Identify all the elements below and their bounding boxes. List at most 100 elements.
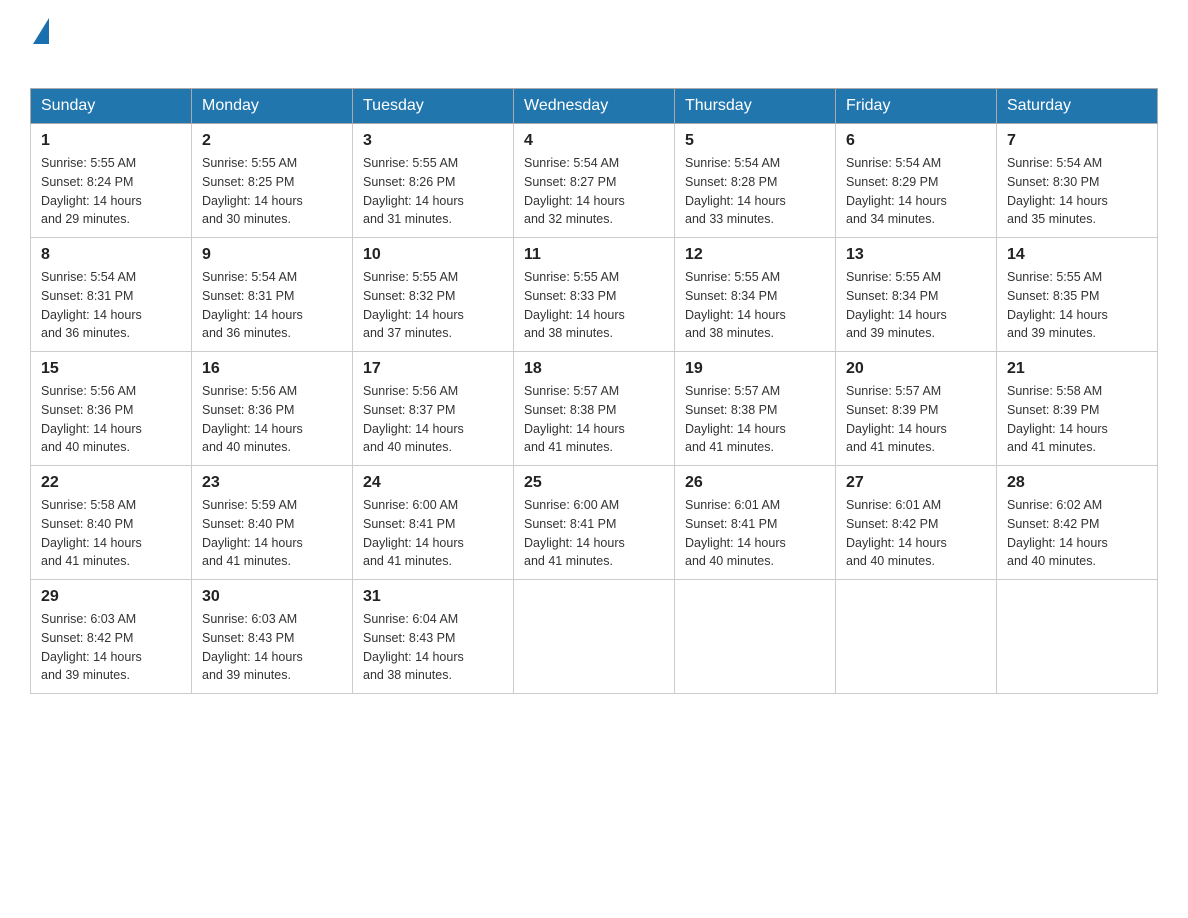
day-number: 7 (1007, 132, 1147, 150)
day-info: Sunrise: 5:54 AMSunset: 8:27 PMDaylight:… (524, 156, 625, 226)
day-number: 16 (202, 360, 342, 378)
calendar-day-cell: 20Sunrise: 5:57 AMSunset: 8:39 PMDayligh… (836, 352, 997, 466)
day-number: 10 (363, 246, 503, 264)
calendar-day-cell: 5 Sunrise: 5:54 AMSunset: 8:28 PMDaylight… (675, 124, 836, 238)
day-number: 26 (685, 474, 825, 492)
day-number: 31 (363, 588, 503, 606)
calendar-day-cell: 26 Sunrise: 6:01 AMSunset: 8:41 PMDayligh… (675, 466, 836, 580)
calendar-day-cell: 27 Sunrise: 6:01 AMSunset: 8:42 PMDayligh… (836, 466, 997, 580)
day-info: Sunrise: 6:00 AMSunset: 8:41 PMDaylight:… (524, 498, 625, 568)
day-number: 22 (41, 474, 181, 492)
calendar-day-cell: 2Sunrise: 5:55 AMSunset: 8:25 PMDaylight… (192, 124, 353, 238)
calendar-header-wednesday: Wednesday (514, 89, 675, 124)
calendar-day-cell: 11Sunrise: 5:55 AMSunset: 8:33 PMDayligh… (514, 238, 675, 352)
calendar-week-row: 29 Sunrise: 6:03 AMSunset: 8:42 PMDayligh… (31, 580, 1158, 694)
day-number: 1 (41, 132, 181, 150)
calendar-empty-cell (675, 580, 836, 694)
calendar-header-sunday: Sunday (31, 89, 192, 124)
day-info: Sunrise: 6:01 AMSunset: 8:42 PMDaylight:… (846, 498, 947, 568)
day-info: Sunrise: 6:03 AMSunset: 8:43 PMDaylight:… (202, 612, 303, 682)
day-info: Sunrise: 5:58 AMSunset: 8:39 PMDaylight:… (1007, 384, 1108, 454)
day-number: 9 (202, 246, 342, 264)
calendar-day-cell: 23Sunrise: 5:59 AMSunset: 8:40 PMDayligh… (192, 466, 353, 580)
calendar-header-row: SundayMondayTuesdayWednesdayThursdayFrid… (31, 89, 1158, 124)
calendar-day-cell: 12 Sunrise: 5:55 AMSunset: 8:34 PMDayligh… (675, 238, 836, 352)
day-number: 30 (202, 588, 342, 606)
day-number: 21 (1007, 360, 1147, 378)
calendar-day-cell: 8 Sunrise: 5:54 AMSunset: 8:31 PMDaylight… (31, 238, 192, 352)
calendar-header-tuesday: Tuesday (353, 89, 514, 124)
calendar-day-cell: 16 Sunrise: 5:56 AMSunset: 8:36 PMDayligh… (192, 352, 353, 466)
day-info: Sunrise: 5:55 AMSunset: 8:34 PMDaylight:… (846, 270, 947, 340)
day-number: 5 (685, 132, 825, 150)
calendar-day-cell: 6 Sunrise: 5:54 AMSunset: 8:29 PMDaylight… (836, 124, 997, 238)
calendar-empty-cell (836, 580, 997, 694)
day-info: Sunrise: 5:54 AMSunset: 8:31 PMDaylight:… (41, 270, 142, 340)
calendar-day-cell: 18 Sunrise: 5:57 AMSunset: 8:38 PMDayligh… (514, 352, 675, 466)
logo-triangle-icon (33, 18, 49, 44)
calendar-day-cell: 29 Sunrise: 6:03 AMSunset: 8:42 PMDayligh… (31, 580, 192, 694)
calendar-week-row: 22 Sunrise: 5:58 AMSunset: 8:40 PMDayligh… (31, 466, 1158, 580)
day-info: Sunrise: 5:55 AMSunset: 8:35 PMDaylight:… (1007, 270, 1108, 340)
day-number: 3 (363, 132, 503, 150)
day-info: Sunrise: 5:57 AMSunset: 8:38 PMDaylight:… (685, 384, 786, 454)
day-number: 12 (685, 246, 825, 264)
calendar-empty-cell (514, 580, 675, 694)
day-number: 4 (524, 132, 664, 150)
day-info: Sunrise: 5:57 AMSunset: 8:39 PMDaylight:… (846, 384, 947, 454)
day-info: Sunrise: 5:55 AMSunset: 8:34 PMDaylight:… (685, 270, 786, 340)
day-number: 14 (1007, 246, 1147, 264)
day-info: Sunrise: 5:57 AMSunset: 8:38 PMDaylight:… (524, 384, 625, 454)
calendar-header-saturday: Saturday (997, 89, 1158, 124)
calendar-day-cell: 7 Sunrise: 5:54 AMSunset: 8:30 PMDaylight… (997, 124, 1158, 238)
day-number: 25 (524, 474, 664, 492)
page-header (30, 20, 1158, 78)
day-info: Sunrise: 5:56 AMSunset: 8:37 PMDaylight:… (363, 384, 464, 454)
day-info: Sunrise: 6:00 AMSunset: 8:41 PMDaylight:… (363, 498, 464, 568)
calendar-day-cell: 1 Sunrise: 5:55 AMSunset: 8:24 PMDaylight… (31, 124, 192, 238)
day-number: 17 (363, 360, 503, 378)
calendar-day-cell: 4 Sunrise: 5:54 AMSunset: 8:27 PMDaylight… (514, 124, 675, 238)
day-info: Sunrise: 5:55 AMSunset: 8:24 PMDaylight:… (41, 156, 142, 226)
calendar-header-thursday: Thursday (675, 89, 836, 124)
calendar-day-cell: 15Sunrise: 5:56 AMSunset: 8:36 PMDayligh… (31, 352, 192, 466)
day-info: Sunrise: 5:54 AMSunset: 8:30 PMDaylight:… (1007, 156, 1108, 226)
day-info: Sunrise: 5:54 AMSunset: 8:31 PMDaylight:… (202, 270, 303, 340)
calendar-day-cell: 17 Sunrise: 5:56 AMSunset: 8:37 PMDayligh… (353, 352, 514, 466)
day-number: 29 (41, 588, 181, 606)
day-number: 2 (202, 132, 342, 150)
calendar-day-cell: 25 Sunrise: 6:00 AMSunset: 8:41 PMDayligh… (514, 466, 675, 580)
calendar-empty-cell (997, 580, 1158, 694)
day-number: 24 (363, 474, 503, 492)
day-number: 13 (846, 246, 986, 264)
day-info: Sunrise: 6:04 AMSunset: 8:43 PMDaylight:… (363, 612, 464, 682)
day-number: 27 (846, 474, 986, 492)
calendar-day-cell: 22 Sunrise: 5:58 AMSunset: 8:40 PMDayligh… (31, 466, 192, 580)
calendar-day-cell: 19 Sunrise: 5:57 AMSunset: 8:38 PMDayligh… (675, 352, 836, 466)
day-info: Sunrise: 5:55 AMSunset: 8:32 PMDaylight:… (363, 270, 464, 340)
calendar-day-cell: 3 Sunrise: 5:55 AMSunset: 8:26 PMDaylight… (353, 124, 514, 238)
day-info: Sunrise: 5:55 AMSunset: 8:26 PMDaylight:… (363, 156, 464, 226)
calendar-day-cell: 28 Sunrise: 6:02 AMSunset: 8:42 PMDayligh… (997, 466, 1158, 580)
day-number: 18 (524, 360, 664, 378)
calendar-day-cell: 10 Sunrise: 5:55 AMSunset: 8:32 PMDayligh… (353, 238, 514, 352)
day-info: Sunrise: 5:54 AMSunset: 8:28 PMDaylight:… (685, 156, 786, 226)
calendar-table: SundayMondayTuesdayWednesdayThursdayFrid… (30, 88, 1158, 694)
day-info: Sunrise: 6:03 AMSunset: 8:42 PMDaylight:… (41, 612, 142, 682)
day-info: Sunrise: 5:59 AMSunset: 8:40 PMDaylight:… (202, 498, 303, 568)
day-number: 28 (1007, 474, 1147, 492)
calendar-week-row: 1 Sunrise: 5:55 AMSunset: 8:24 PMDaylight… (31, 124, 1158, 238)
day-info: Sunrise: 5:54 AMSunset: 8:29 PMDaylight:… (846, 156, 947, 226)
calendar-day-cell: 24 Sunrise: 6:00 AMSunset: 8:41 PMDayligh… (353, 466, 514, 580)
calendar-day-cell: 21 Sunrise: 5:58 AMSunset: 8:39 PMDayligh… (997, 352, 1158, 466)
day-number: 6 (846, 132, 986, 150)
day-number: 8 (41, 246, 181, 264)
day-info: Sunrise: 6:01 AMSunset: 8:41 PMDaylight:… (685, 498, 786, 568)
day-info: Sunrise: 6:02 AMSunset: 8:42 PMDaylight:… (1007, 498, 1108, 568)
day-number: 19 (685, 360, 825, 378)
calendar-week-row: 15Sunrise: 5:56 AMSunset: 8:36 PMDayligh… (31, 352, 1158, 466)
day-info: Sunrise: 5:56 AMSunset: 8:36 PMDaylight:… (202, 384, 303, 454)
day-info: Sunrise: 5:58 AMSunset: 8:40 PMDaylight:… (41, 498, 142, 568)
calendar-day-cell: 9 Sunrise: 5:54 AMSunset: 8:31 PMDaylight… (192, 238, 353, 352)
calendar-day-cell: 14 Sunrise: 5:55 AMSunset: 8:35 PMDayligh… (997, 238, 1158, 352)
